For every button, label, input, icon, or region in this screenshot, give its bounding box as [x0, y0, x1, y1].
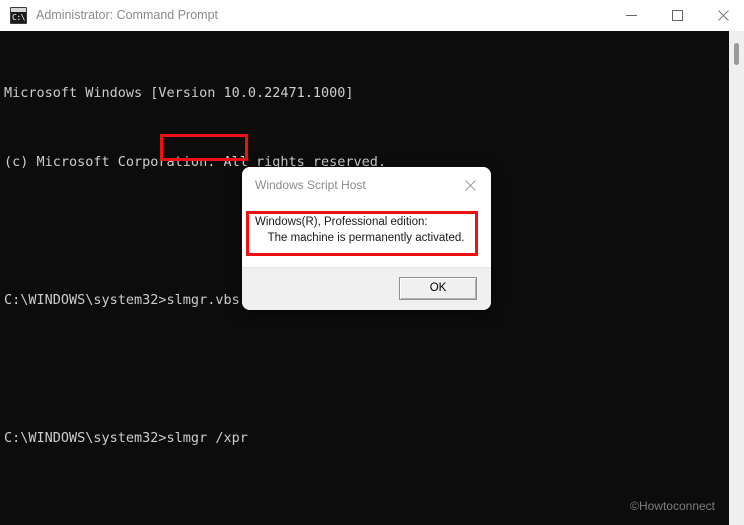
dialog-footer: OK	[242, 267, 491, 310]
ok-button[interactable]: OK	[399, 277, 477, 300]
console-scrollbar[interactable]	[729, 31, 744, 525]
window-titlebar: C:\ Administrator: Command Prompt	[0, 0, 744, 32]
minimize-button[interactable]	[608, 0, 654, 31]
icon-prompt-glyph: C:\	[12, 13, 25, 22]
command-prompt-icon: C:\	[10, 7, 27, 24]
dialog-message-text: Windows(R), Professional edition: The ma…	[255, 216, 465, 244]
maximize-icon	[671, 10, 683, 21]
close-icon	[717, 10, 729, 21]
console-scrollbar-thumb[interactable]	[734, 43, 739, 65]
close-button[interactable]	[700, 0, 744, 31]
console-line: Microsoft Windows [Version 10.0.22471.10…	[4, 85, 354, 101]
maximize-button[interactable]	[654, 0, 700, 31]
dialog-body: Windows(R), Professional edition: The ma…	[242, 203, 491, 267]
windows-script-host-dialog: Windows Script Host Windows(R), Professi…	[242, 167, 491, 310]
dialog-titlebar: Windows Script Host	[242, 167, 491, 203]
dialog-title: Windows Script Host	[255, 178, 366, 192]
watermark: ©Howtoconnect	[630, 499, 715, 513]
close-icon	[464, 179, 476, 191]
dialog-close-button[interactable]	[449, 167, 491, 203]
screen-root: C:\ Administrator: Command Prompt Micros…	[0, 0, 744, 525]
window-title: Administrator: Command Prompt	[36, 8, 219, 22]
console-line: C:\WINDOWS\system32>slmgr /xpr	[4, 430, 248, 446]
minimize-icon	[625, 15, 637, 16]
